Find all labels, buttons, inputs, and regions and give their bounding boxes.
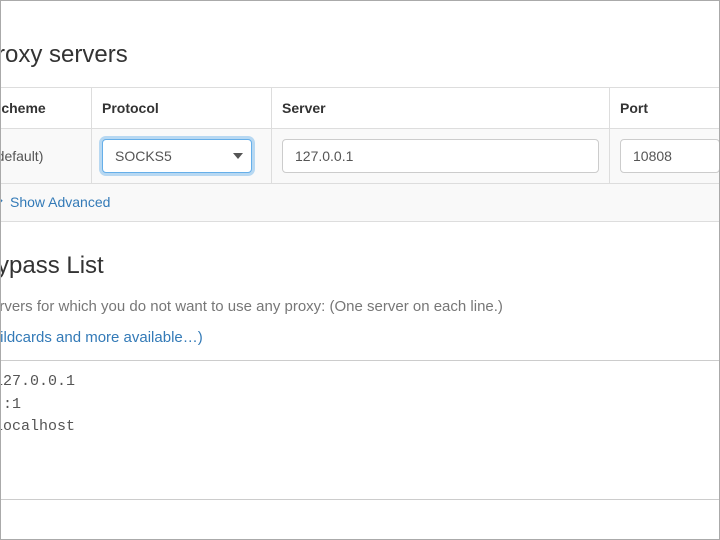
col-header-protocol: Protocol: [92, 88, 272, 129]
port-input[interactable]: 10808: [620, 139, 720, 173]
proxy-servers-heading: Proxy servers: [0, 41, 720, 69]
proxy-row: (default) SOCKS5 127.0.0.1: [0, 129, 720, 184]
chevron-down-icon: [0, 196, 4, 208]
bypass-list-textarea[interactable]: 127.0.0.1 ::1 localhost: [0, 360, 720, 500]
col-header-server: Server: [272, 88, 610, 129]
col-header-port: Port: [610, 88, 720, 129]
port-input-value: 10808: [633, 148, 672, 164]
wildcards-link[interactable]: (Wildcards and more available…): [0, 329, 203, 346]
server-input-value: 127.0.0.1: [295, 148, 353, 164]
server-input[interactable]: 127.0.0.1: [282, 139, 599, 173]
chevron-down-icon: [233, 153, 243, 159]
scheme-cell: (default): [0, 129, 92, 184]
show-advanced-toggle[interactable]: Show Advanced: [0, 194, 110, 210]
col-header-scheme: Scheme: [0, 88, 92, 129]
show-advanced-label: Show Advanced: [10, 194, 110, 210]
bypass-description: Servers for which you do not want to use…: [0, 298, 720, 315]
protocol-select-value: SOCKS5: [115, 148, 172, 164]
bypass-list-heading: Bypass List: [0, 252, 720, 280]
proxy-table: Scheme Protocol Server Port (default) SO…: [0, 87, 720, 222]
protocol-select[interactable]: SOCKS5: [102, 139, 252, 173]
